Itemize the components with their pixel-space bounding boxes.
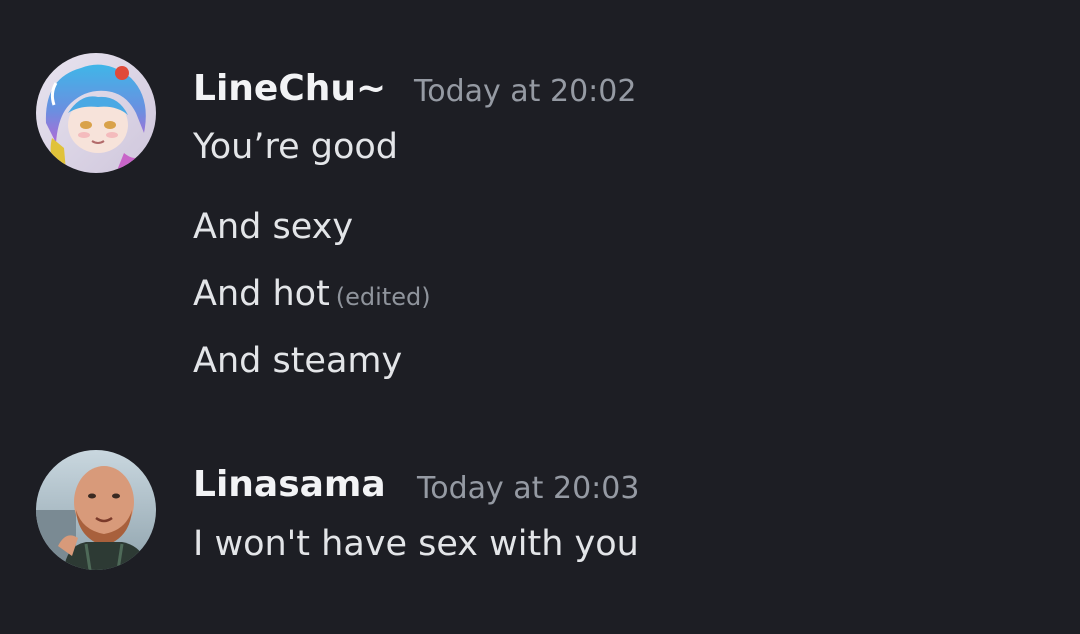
edited-label[interactable]: (edited)	[336, 283, 431, 311]
message-text: And hot	[193, 274, 330, 314]
username[interactable]: Linasama	[193, 464, 386, 505]
message-text: You’re good	[193, 127, 398, 167]
timestamp[interactable]: Today at 20:02	[414, 74, 636, 109]
user-photo-avatar-icon	[36, 450, 156, 570]
message-line: And hot (edited)	[193, 274, 431, 314]
message-group: Linasama Today at 20:03 I won't have sex…	[0, 420, 1080, 634]
avatar[interactable]	[36, 450, 156, 570]
message-text: And steamy	[193, 341, 403, 381]
message-text: And sexy	[193, 207, 354, 247]
message-text: I won't have sex with you	[193, 524, 639, 564]
message-group: LineChu~ Today at 20:02 You’re good And …	[0, 0, 1080, 420]
timestamp[interactable]: Today at 20:03	[417, 471, 639, 506]
username[interactable]: LineChu~	[193, 68, 386, 109]
avatar[interactable]	[36, 53, 156, 173]
anime-character-avatar-icon	[36, 53, 156, 173]
chat-messages: LineChu~ Today at 20:02 You’re good And …	[0, 0, 1080, 634]
